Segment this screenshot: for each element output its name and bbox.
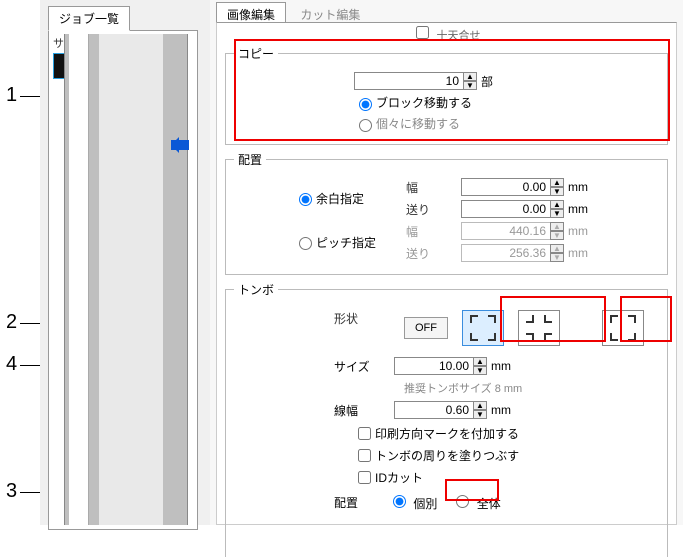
spin-up[interactable]: ▲	[550, 200, 564, 209]
cb-direction-mark[interactable]	[358, 427, 371, 440]
pitch-feed-spinner: ▲▼	[550, 244, 564, 262]
radio-pitch[interactable]	[299, 237, 312, 250]
radio-block-move-label: ブロック移動する	[376, 94, 472, 111]
trimmed-top-row: 十天合せ	[217, 23, 676, 43]
tombo-size-unit: mm	[491, 359, 511, 373]
spin-down[interactable]: ▼	[473, 366, 487, 375]
radio-block-move[interactable]	[359, 98, 372, 111]
radio-each-move[interactable]	[359, 119, 372, 132]
tombo-linewidth-input[interactable]	[394, 401, 474, 419]
cb-idcut-label: IDカット	[375, 469, 423, 486]
tombo-mark-inner[interactable]	[518, 310, 560, 346]
spin-up: ▲	[550, 222, 564, 231]
tombo-mark-outer-1[interactable]	[462, 310, 504, 346]
spin-down[interactable]: ▼	[473, 410, 487, 419]
tombo-mark-outer-2[interactable]	[602, 310, 644, 346]
radio-place-individual-label: 個別	[413, 497, 437, 511]
radio-margin[interactable]	[299, 193, 312, 206]
callout-4: 4	[6, 353, 17, 376]
spin-up[interactable]: ▲	[473, 401, 487, 410]
radio-pitch-label: ピッチ指定	[316, 234, 376, 251]
arrange-legend: 配置	[234, 151, 266, 168]
pitch-width-spinner: ▲▼	[550, 222, 564, 240]
callout-1: 1	[6, 84, 17, 107]
margin-width-spinner[interactable]: ▲▼	[550, 178, 564, 196]
radio-place-whole[interactable]	[456, 495, 469, 508]
tombo-size-input[interactable]	[394, 357, 474, 375]
copy-count-spinner[interactable]: ▲▼	[463, 72, 477, 90]
fit-checkbox[interactable]	[416, 26, 429, 39]
preview-page	[99, 34, 163, 525]
copy-unit: 部	[481, 73, 493, 90]
spin-down: ▼	[550, 253, 564, 262]
spin-up[interactable]: ▲	[463, 72, 477, 81]
ruler-vertical	[69, 34, 89, 525]
pitch-width-label: 幅	[406, 223, 461, 240]
fit-checkbox-label: 十天合せ	[437, 30, 481, 42]
arrange-group: 配置 余白指定 ピッチ指定 幅	[225, 151, 668, 275]
margin-width-input[interactable]	[461, 178, 551, 196]
preview-strip	[64, 34, 188, 525]
spin-up[interactable]: ▲	[550, 178, 564, 187]
radio-margin-label: 余白指定	[316, 190, 364, 207]
pitch-feed-unit: mm	[568, 246, 588, 260]
radio-place-whole-wrap[interactable]: 全体	[451, 492, 500, 512]
tombo-recommend: 推奨トンボサイズ 8 mm	[404, 380, 659, 396]
tombo-linewidth-label: 線幅	[334, 402, 394, 419]
tombo-off-button[interactable]: OFF	[404, 317, 448, 339]
pitch-feed-label: 送り	[406, 245, 461, 262]
tombo-shape-label: 形状	[334, 310, 358, 327]
margin-feed-input[interactable]	[461, 200, 551, 218]
cb-idcut[interactable]	[358, 471, 371, 484]
copy-legend: コピー	[234, 45, 278, 62]
tombo-linewidth-spinner[interactable]: ▲▼	[473, 401, 487, 419]
spin-up: ▲	[550, 244, 564, 253]
copy-count-input[interactable]	[354, 72, 464, 90]
spin-up[interactable]: ▲	[473, 357, 487, 366]
cb-direction-mark-label: 印刷方向マークを付加する	[375, 425, 519, 442]
cb-fill-around-label: トンボの周りを塗りつぶす	[375, 447, 519, 464]
spin-down[interactable]: ▼	[463, 81, 477, 90]
spin-down[interactable]: ▼	[550, 209, 564, 218]
copy-group: コピー ▲▼ 部 ブロック移動する 個々に移動する	[225, 45, 668, 145]
margin-feed-spinner[interactable]: ▲▼	[550, 200, 564, 218]
tombo-size-spinner[interactable]: ▲▼	[473, 357, 487, 375]
tombo-placement-label: 配置	[334, 494, 374, 511]
pitch-width-unit: mm	[568, 224, 588, 238]
radio-place-individual-wrap[interactable]: 個別	[388, 492, 437, 512]
radio-each-move-label: 個々に移動する	[376, 115, 460, 132]
preview-position-marker	[171, 140, 189, 150]
tombo-size-label: サイズ	[334, 358, 394, 375]
margin-feed-label: 送り	[406, 201, 461, 218]
margin-width-label: 幅	[406, 179, 461, 196]
pitch-width-input	[461, 222, 551, 240]
tombo-linewidth-unit: mm	[491, 403, 511, 417]
margin-width-unit: mm	[568, 180, 588, 194]
pitch-feed-input	[461, 244, 551, 262]
cb-fill-around[interactable]	[358, 449, 371, 462]
tombo-group: トンボ 形状 OFF	[225, 281, 668, 557]
callout-3: 3	[6, 480, 17, 503]
radio-place-whole-label: 全体	[477, 497, 501, 511]
tab-job-list[interactable]: ジョブ一覧	[48, 6, 130, 31]
radio-place-individual[interactable]	[393, 495, 406, 508]
spin-down: ▼	[550, 231, 564, 240]
spin-down[interactable]: ▼	[550, 187, 564, 196]
tombo-legend: トンボ	[234, 281, 278, 298]
margin-feed-unit: mm	[568, 202, 588, 216]
callout-2: 2	[6, 311, 17, 334]
